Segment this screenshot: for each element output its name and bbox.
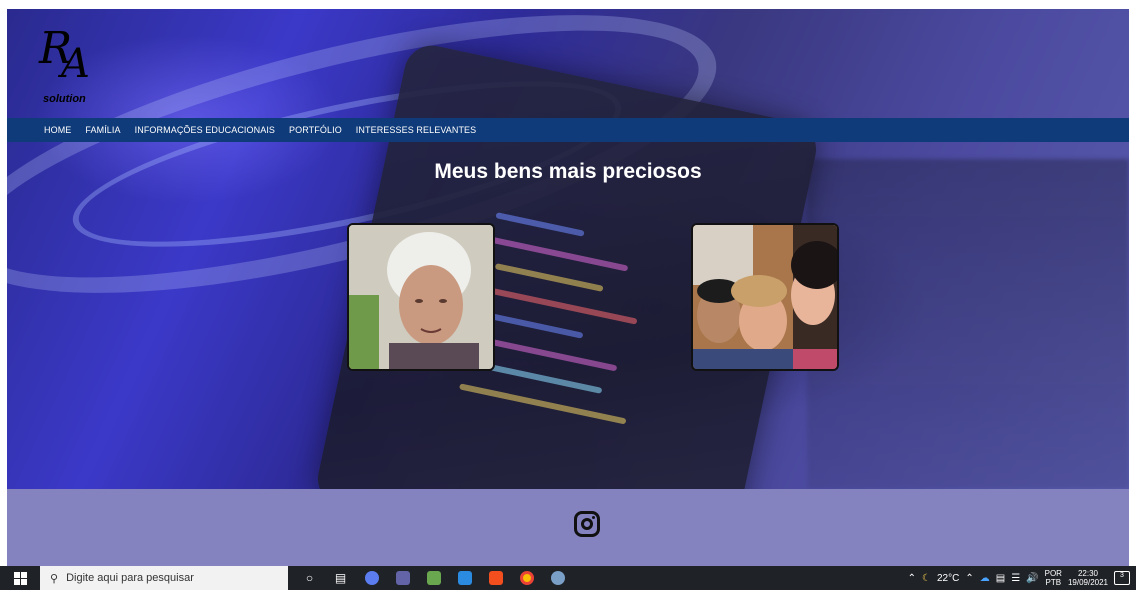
- onedrive-icon[interactable]: ☁: [980, 573, 990, 584]
- family-photo-group: [691, 223, 839, 371]
- page-heading: Meus bens mais preciosos: [434, 160, 702, 183]
- family-photo-grandmother: [347, 223, 495, 371]
- figma-icon[interactable]: [480, 566, 511, 590]
- task-view-icon[interactable]: ▤: [325, 566, 356, 590]
- notepad-icon[interactable]: [418, 566, 449, 590]
- taskbar-search-placeholder: Digite aqui para pesquisar: [66, 572, 194, 584]
- nav-familia[interactable]: FAMÍLIA: [85, 125, 120, 135]
- site-footer: [7, 489, 1129, 566]
- hidden-icons-chevron-icon[interactable]: ⌃: [965, 573, 973, 584]
- logo-letter-a: A: [61, 41, 90, 87]
- search-icon: ⚲: [50, 572, 59, 585]
- notification-count: 3: [1120, 572, 1124, 579]
- nav-interesses-relevantes[interactable]: INTERESSES RELEVANTES: [356, 125, 476, 135]
- weather-moon-icon: ☾: [922, 572, 931, 584]
- language-indicator[interactable]: POR PTB: [1045, 569, 1062, 587]
- main-navbar: HOME FAMÍLIA INFORMAÇÕES EDUCACIONAIS PO…: [7, 118, 1129, 142]
- clock-date: 19/09/2021: [1067, 578, 1108, 587]
- chrome-icon[interactable]: [511, 566, 542, 590]
- cortana-icon[interactable]: ○: [294, 566, 325, 590]
- taskbar-apps: ○ ▤: [294, 566, 573, 590]
- windows-logo-icon: [13, 571, 27, 585]
- tray-expand-icon[interactable]: ⌃: [908, 573, 916, 584]
- instagram-icon[interactable]: [574, 511, 600, 537]
- nav-informacoes-educacionais[interactable]: INFORMAÇÕES EDUCACIONAIS: [135, 125, 275, 135]
- network-icon[interactable]: ▤: [996, 573, 1005, 584]
- notification-center-icon[interactable]: 3: [1114, 571, 1130, 585]
- clock-time: 22:30: [1077, 569, 1098, 578]
- weather-temperature[interactable]: 22°C: [937, 573, 959, 584]
- vscode-icon[interactable]: [449, 566, 480, 590]
- background-blurred-code: [807, 159, 1129, 489]
- system-tray: ⌃ ☾ 22°C ⌃ ☁ ▤ ☰ 🔊 POR PTB 22:30 19/09/2…: [908, 569, 1136, 587]
- nav-portfolio[interactable]: PORTFÓLIO: [289, 125, 342, 135]
- hero-background: [7, 9, 1129, 566]
- start-button[interactable]: [0, 566, 40, 590]
- logo-subtitle: solution: [43, 93, 86, 105]
- windows-taskbar: ⚲ Digite aqui para pesquisar ○ ▤ ⌃ ☾ 22°…: [0, 566, 1136, 590]
- wifi-icon[interactable]: ☰: [1011, 573, 1020, 584]
- site-logo[interactable]: R A solution: [39, 23, 109, 105]
- teams-icon[interactable]: [387, 566, 418, 590]
- website: R A solution HOME FAMÍLIA INFORMAÇÕES ED…: [7, 9, 1129, 566]
- chat-app-icon[interactable]: [356, 566, 387, 590]
- language-line2: PTB: [1045, 578, 1062, 587]
- volume-icon[interactable]: 🔊: [1026, 573, 1038, 584]
- taskbar-search-box[interactable]: ⚲ Digite aqui para pesquisar: [40, 566, 288, 590]
- clock[interactable]: 22:30 19/09/2021: [1068, 569, 1108, 587]
- language-line1: POR: [1044, 569, 1062, 578]
- nav-home[interactable]: HOME: [44, 125, 71, 135]
- paint-icon[interactable]: [542, 566, 573, 590]
